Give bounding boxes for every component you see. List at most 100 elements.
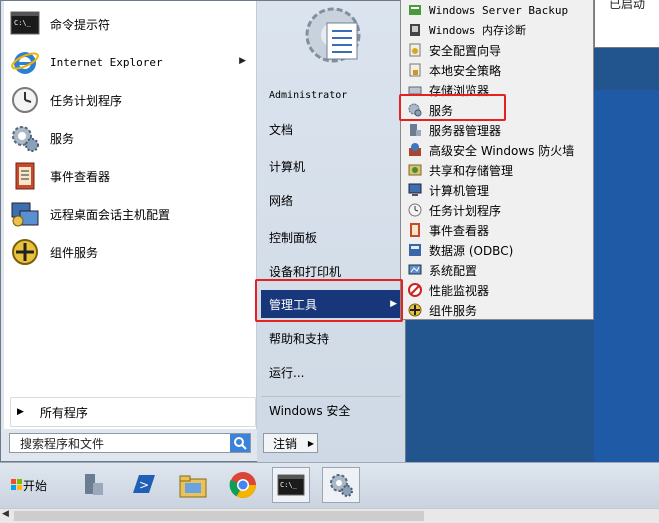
place-windows-security[interactable]: Windows 安全 — [261, 396, 401, 424]
program-label: 任务计划程序 — [50, 93, 123, 108]
taskbar-file-explorer[interactable] — [174, 467, 212, 503]
scrollbar-thumb[interactable] — [14, 511, 424, 521]
component-services-icon — [408, 303, 422, 317]
program-label: 命令提示符 — [50, 17, 111, 32]
scroll-left-arrow-icon[interactable]: ◀ — [2, 509, 9, 519]
start-menu: C:\_ 命令提示符 Internet Explorer ▶ 任务计划程序 服务… — [0, 0, 406, 463]
program-task-scheduler[interactable]: 任务计划程序 — [10, 83, 254, 117]
search-box[interactable]: 搜索程序和文件 — [9, 433, 251, 453]
shutdown-options-button[interactable]: ▶ — [305, 433, 318, 453]
highlight-admin-tools — [255, 279, 403, 322]
start-label: 开始 — [22, 478, 47, 493]
submenu-item-label: 高级安全 Windows 防火墙 — [429, 143, 575, 158]
file-explorer-icon — [179, 475, 207, 498]
search-input[interactable]: 搜索程序和文件 — [10, 435, 230, 452]
submenu-item-firewall[interactable]: 高级安全 Windows 防火墙 — [403, 140, 591, 160]
taskbar-services[interactable] — [322, 467, 360, 503]
odbc-icon — [409, 244, 421, 256]
submenu-item-security-wizard[interactable]: 安全配置向导 — [403, 40, 591, 60]
taskbar-cmd[interactable]: C:\_ — [272, 467, 310, 503]
user-picture-icon — [305, 7, 361, 63]
place-control-panel[interactable]: 控制面板 — [261, 223, 401, 251]
search-button[interactable] — [230, 434, 250, 452]
submenu-item-label: 性能监视器 — [429, 283, 490, 298]
program-label: 事件查看器 — [50, 169, 111, 184]
program-event-viewer[interactable]: 事件查看器 — [10, 159, 254, 193]
place-run[interactable]: 运行... — [261, 358, 401, 386]
event-viewer-icon — [15, 162, 35, 190]
submenu-item-label: 任务计划程序 — [429, 203, 502, 218]
submenu-item-label: 数据源 (ODBC) — [429, 243, 514, 258]
share-storage-icon — [408, 164, 422, 176]
background-window[interactable]: 已启动 — [594, 0, 659, 48]
submenu-item-label: Windows 内存诊断 — [429, 24, 526, 37]
place-computer[interactable]: 计算机 — [261, 152, 401, 180]
local-security-icon — [409, 63, 421, 77]
expand-arrow-icon: ▶ — [17, 407, 24, 417]
program-label: 服务 — [50, 131, 75, 146]
submenu-item-label: 组件服务 — [429, 303, 478, 318]
background-window-status: 已启动 — [609, 0, 646, 11]
horizontal-scrollbar[interactable]: ◀ — [0, 508, 659, 523]
logout-button[interactable]: 注销 — [263, 433, 307, 453]
program-cmd[interactable]: C:\_ 命令提示符 — [10, 7, 254, 41]
highlight-services — [399, 94, 506, 121]
firewall-icon — [409, 143, 421, 156]
remote-desktop-icon — [11, 202, 39, 227]
place-help-support[interactable]: 帮助和支持 — [261, 324, 401, 352]
submenu-item-local-security[interactable]: 本地安全策略 — [403, 60, 591, 80]
memory-diagnostic-icon — [410, 24, 420, 36]
svg-text:C:\_: C:\_ — [14, 19, 32, 27]
submenu-item-computer-management[interactable]: 计算机管理 — [403, 180, 591, 200]
place-user-folder[interactable]: Administrator — [261, 81, 401, 109]
program-internet-explorer[interactable]: Internet Explorer ▶ — [10, 45, 254, 79]
submenu-item-label: 服务器管理器 — [429, 123, 502, 138]
svg-text:C:\_: C:\_ — [280, 481, 298, 489]
taskbar-server-manager[interactable] — [74, 467, 112, 503]
program-remote-desktop[interactable]: 远程桌面会话主机配置 — [10, 197, 254, 231]
program-component-services[interactable]: 组件服务 — [10, 235, 254, 269]
submenu-item-event-viewer[interactable]: 事件查看器 — [403, 220, 591, 240]
submenu-item-backup[interactable]: Windows Server Backup — [403, 0, 591, 20]
system-config-icon — [408, 264, 422, 275]
submenu-item-memory-diagnostic[interactable]: Windows 内存诊断 — [403, 20, 591, 40]
cmd-icon: C:\_ — [277, 474, 305, 496]
ie-icon — [11, 52, 39, 74]
windows-logo-icon — [10, 479, 22, 490]
place-network[interactable]: 网络 — [261, 186, 401, 214]
security-wizard-icon — [409, 43, 421, 57]
chrome-icon — [229, 472, 257, 499]
submenu-item-component-services[interactable]: 组件服务 — [403, 300, 591, 320]
search-icon — [234, 437, 247, 450]
all-programs-label: 所有程序 — [39, 405, 88, 420]
submenu-item-system-config[interactable]: 系统配置 — [403, 260, 591, 280]
program-services[interactable]: 服务 — [10, 121, 254, 155]
submenu-item-odbc[interactable]: 数据源 (ODBC) — [403, 240, 591, 260]
submenu-item-performance-monitor[interactable]: 性能监视器 — [403, 280, 591, 300]
task-scheduler-icon — [408, 203, 422, 217]
services-gear-icon — [12, 126, 39, 152]
cmd-icon: C:\_ — [10, 11, 40, 35]
chevron-right-icon: ▶ — [307, 438, 315, 448]
clock-icon — [12, 87, 38, 113]
all-programs-button[interactable]: ▶ 所有程序 — [10, 397, 256, 427]
place-documents[interactable]: 文档 — [261, 115, 401, 143]
submenu-item-task-scheduler[interactable]: 任务计划程序 — [403, 200, 591, 220]
performance-monitor-icon — [408, 283, 422, 297]
svg-text:>: > — [139, 478, 149, 492]
taskbar-powershell[interactable]: > — [124, 467, 162, 503]
start-button[interactable]: 开始 — [6, 469, 52, 501]
submenu-item-label: 安全配置向导 — [429, 43, 502, 58]
admin-tools-submenu: Windows Server Backup Windows 内存诊断 安全配置向… — [400, 0, 594, 320]
server-manager-icon — [410, 124, 421, 136]
start-menu-programs-pane: C:\_ 命令提示符 Internet Explorer ▶ 任务计划程序 服务… — [4, 1, 257, 429]
submenu-item-label: 本地安全策略 — [429, 63, 502, 78]
submenu-item-share-storage[interactable]: 共享和存储管理 — [403, 160, 591, 180]
taskbar-chrome[interactable] — [224, 467, 262, 503]
program-label: 组件服务 — [50, 245, 99, 260]
powershell-icon: > — [133, 475, 155, 493]
submenu-item-server-manager[interactable]: 服务器管理器 — [403, 120, 591, 140]
event-viewer-icon — [410, 223, 420, 237]
program-label: 远程桌面会话主机配置 — [50, 207, 171, 222]
submenu-arrow-icon: ▶ — [239, 56, 246, 66]
